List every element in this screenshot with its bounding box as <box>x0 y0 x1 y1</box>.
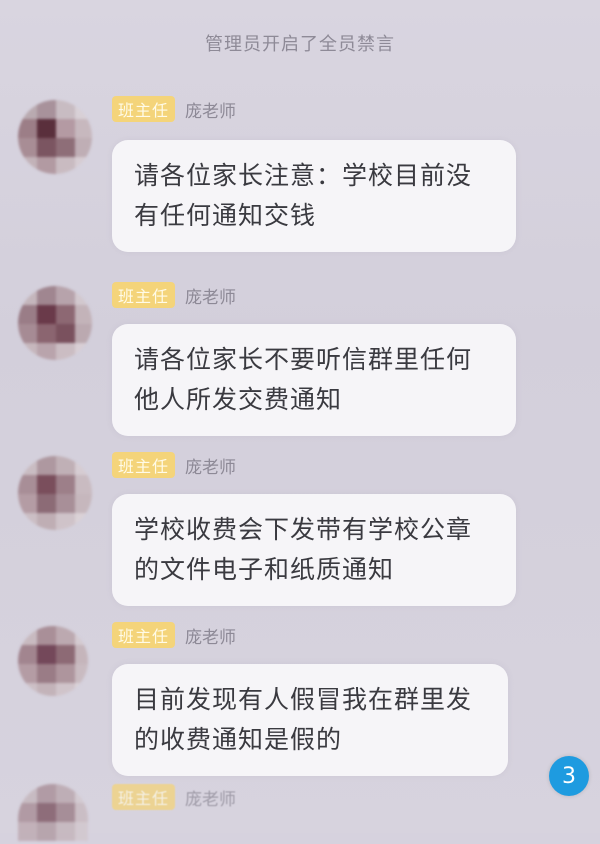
avatar[interactable] <box>18 286 92 360</box>
message-bubble[interactable]: 学校收费会下发带有学校公章的文件电子和纸质通知 <box>112 494 516 606</box>
message-bubble[interactable]: 请各位家长注意：学校目前没有任何通知交钱 <box>112 140 516 252</box>
message-bubble[interactable]: 目前发现有人假冒我在群里发的收费通知是假的 <box>112 664 508 776</box>
chat-screen: 管理员开启了全员禁言 班主任 庞老师 请各位家长注意：学校目前没有任何通知交钱 <box>0 0 600 841</box>
sender-name[interactable]: 庞老师 <box>185 283 236 308</box>
role-badge: 班主任 <box>112 282 176 308</box>
avatar[interactable] <box>18 100 92 174</box>
avatar[interactable] <box>18 456 92 530</box>
message-meta: 班主任 庞老师 <box>112 622 236 648</box>
message-meta: 班主任 庞老师 <box>112 452 236 478</box>
avatar[interactable] <box>18 784 88 844</box>
avatar[interactable] <box>18 626 88 696</box>
unread-count-badge[interactable]: 3 <box>549 756 589 796</box>
role-badge: 班主任 <box>112 452 176 478</box>
message-meta: 班主任 庞老师 <box>112 282 236 308</box>
sender-name[interactable]: 庞老师 <box>185 623 236 648</box>
message-bubble[interactable]: 请各位家长不要听信群里任何他人所发交费通知 <box>112 324 516 436</box>
sender-name[interactable]: 庞老师 <box>185 97 236 122</box>
system-notice: 管理员开启了全员禁言 <box>205 34 395 55</box>
role-badge: 班主任 <box>112 96 176 122</box>
message-meta: 班主任 庞老师 <box>112 784 236 810</box>
message-meta: 班主任 庞老师 <box>112 96 236 122</box>
sender-name[interactable]: 庞老师 <box>185 785 236 810</box>
sender-name[interactable]: 庞老师 <box>185 453 236 478</box>
role-badge: 班主任 <box>112 622 176 648</box>
role-badge: 班主任 <box>112 784 176 810</box>
